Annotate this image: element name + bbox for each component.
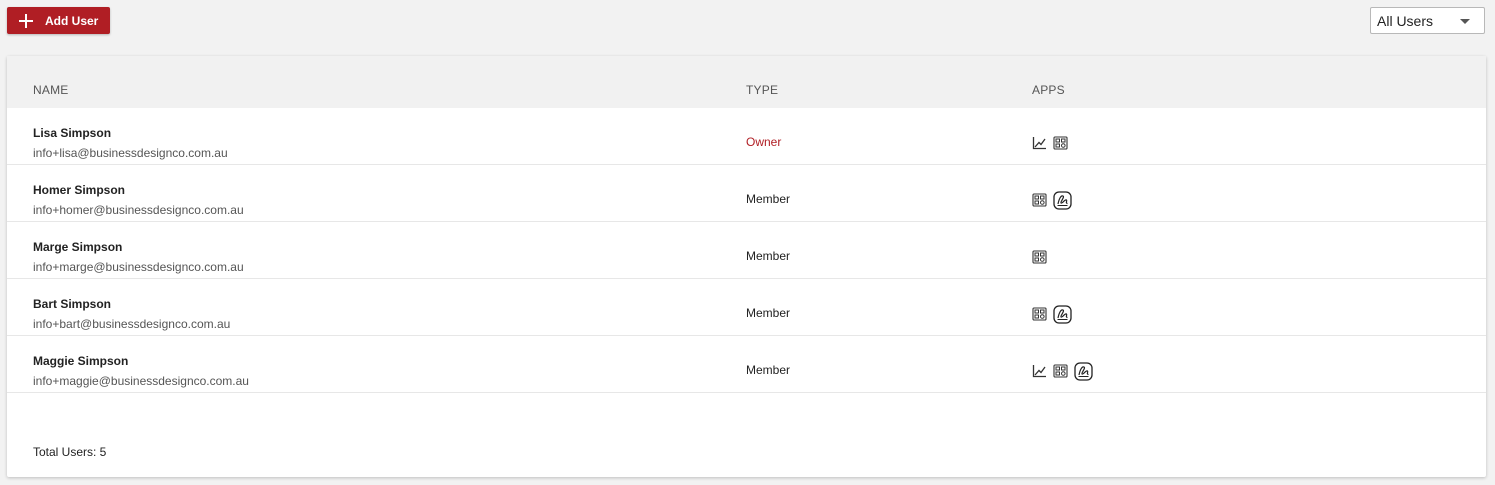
user-apps: [1032, 133, 1074, 153]
user-email: info+marge@businessdesignco.com.au: [33, 260, 244, 274]
user-apps: [1032, 190, 1078, 210]
add-user-button[interactable]: Add User: [7, 7, 110, 34]
user-name: Marge Simpson: [33, 240, 123, 254]
user-type: Member: [746, 192, 791, 206]
user-apps: [1032, 304, 1078, 324]
user-apps: [1032, 247, 1053, 267]
user-name: Homer Simpson: [33, 183, 126, 197]
plus-icon: [19, 13, 33, 28]
chart-icon: [1032, 137, 1046, 150]
table-row[interactable]: Lisa Simpson info+lisa@businessdesignco.c…: [7, 108, 1486, 165]
table-header: NAME TYPE APPS: [7, 56, 1486, 108]
user-type: Member: [746, 363, 791, 377]
user-email: info+bart@businessdesignco.com.au: [33, 317, 231, 331]
caret-down-icon: [1460, 19, 1470, 24]
user-email: info+lisa@businessdesignco.com.au: [33, 146, 228, 160]
user-type: Owner: [746, 135, 782, 149]
total-users: Total Users: 5: [33, 445, 107, 459]
header-type: TYPE: [746, 83, 779, 97]
header-apps: APPS: [1032, 83, 1065, 97]
user-name: Bart Simpson: [33, 297, 112, 311]
dashboard-icon: [1053, 364, 1068, 378]
sign-icon: [1074, 361, 1093, 381]
dashboard-icon: [1032, 307, 1047, 321]
user-apps: [1032, 361, 1099, 381]
dashboard-icon: [1032, 193, 1047, 207]
table-row[interactable]: Bart Simpson info+bart@businessdesignco.c…: [7, 279, 1486, 336]
add-user-label: Add User: [45, 13, 99, 28]
sign-icon: [1053, 304, 1072, 324]
chart-icon: [1032, 365, 1046, 378]
table-row[interactable]: Marge Simpson info+marge@businessdesignco…: [7, 222, 1486, 279]
user-email: info+homer@businessdesignco.com.au: [33, 203, 244, 217]
toolbar: Add User All Users: [0, 0, 1495, 50]
user-email: info+maggie@businessdesignco.com.au: [33, 374, 249, 388]
dashboard-icon: [1053, 136, 1068, 150]
user-type: Member: [746, 306, 791, 320]
table-row[interactable]: Maggie Simpson info+maggie@businessdesign…: [7, 336, 1486, 393]
dashboard-icon: [1032, 250, 1047, 264]
table-row[interactable]: Homer Simpson info+homer@businessdesignco…: [7, 165, 1486, 222]
user-filter-value: All Users: [1377, 13, 1434, 29]
user-type: Member: [746, 249, 791, 263]
header-name: NAME: [33, 83, 69, 97]
user-name: Lisa Simpson: [33, 126, 112, 140]
user-filter-select[interactable]: All Users: [1370, 7, 1485, 34]
user-name: Maggie Simpson: [33, 354, 129, 368]
sign-icon: [1053, 190, 1072, 210]
users-table-card: NAME TYPE APPS Lisa Simpson info+lisa@bus…: [7, 56, 1486, 477]
